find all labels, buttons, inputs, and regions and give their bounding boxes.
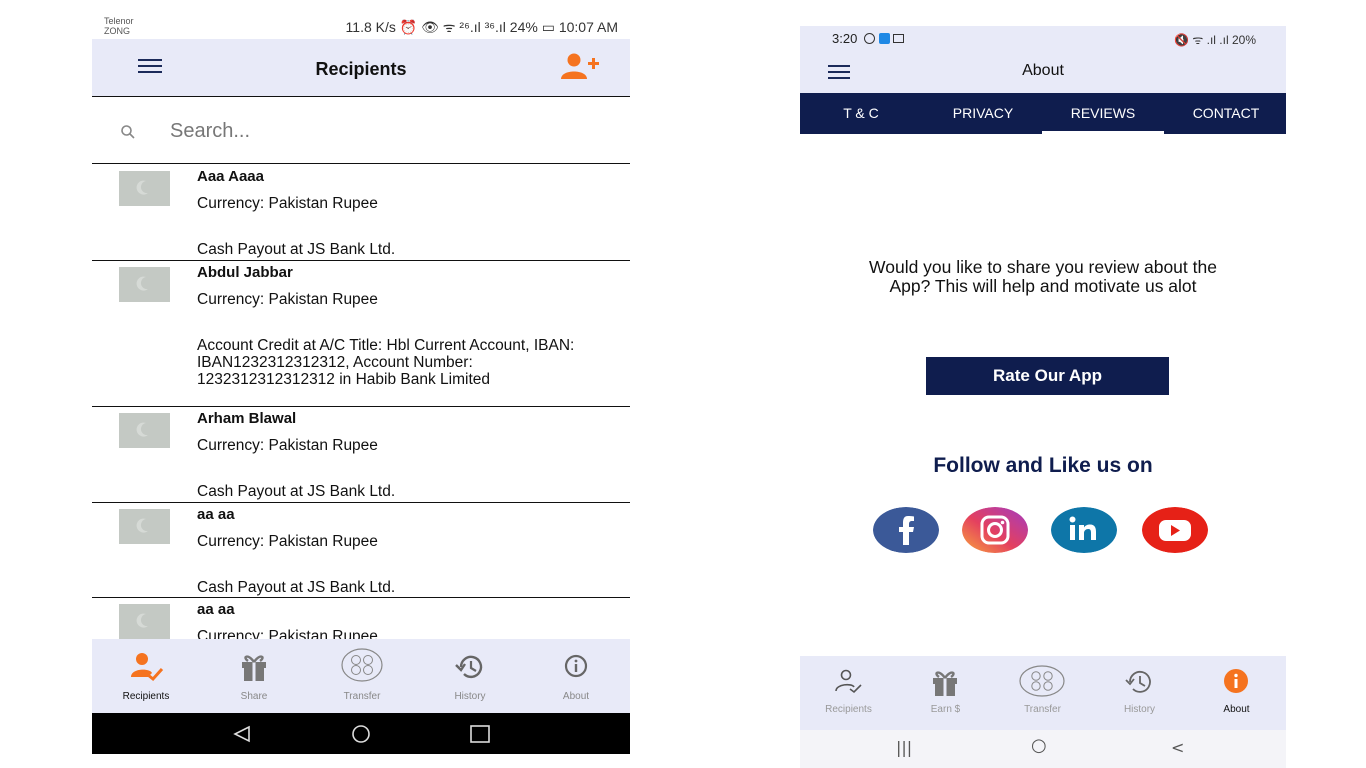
- recipient-name: Abdul Jabbar: [197, 264, 293, 281]
- nav-history[interactable]: History: [416, 639, 524, 713]
- tab-reviews[interactable]: REVIEWS: [1042, 93, 1164, 134]
- nav-recipients[interactable]: Recipients: [92, 639, 200, 713]
- nav-label: Transfer: [343, 691, 381, 702]
- nav-label: Recipients: [122, 691, 170, 702]
- facebook-icon[interactable]: [873, 507, 939, 553]
- system-nav-bar: ||| ○ <: [800, 730, 1286, 768]
- history-icon: [1125, 670, 1151, 693]
- carrier-label: Telenor ZONG: [104, 16, 134, 36]
- nav-transfer[interactable]: Transfer: [994, 656, 1091, 730]
- recipient-currency: Currency: Pakistan Rupee: [197, 437, 378, 454]
- nav-about[interactable]: About: [522, 639, 630, 713]
- app-bar: Recipients: [92, 39, 630, 97]
- pakistan-flag-icon: [119, 604, 170, 639]
- pakistan-flag-icon: [119, 171, 170, 206]
- recipients-icon: [131, 653, 164, 682]
- recipient-name: aa aa: [197, 601, 235, 618]
- recipient-payout: Cash Payout at JS Bank Ltd.: [197, 241, 396, 258]
- recipient-item[interactable]: aa aa Currency: Pakistan Rupee Cash Payo…: [92, 503, 630, 598]
- recipient-payout: Account Credit at A/C Title: Hbl Current…: [197, 337, 575, 388]
- gallery-icon: [893, 34, 905, 43]
- review-message: Would you like to share you review about…: [869, 257, 1217, 296]
- carrier-1: Telenor: [104, 16, 134, 26]
- tab-terms[interactable]: T & C: [810, 93, 912, 134]
- follow-heading: Follow and Like us on: [933, 454, 1153, 477]
- recipient-item[interactable]: Arham Blawal Currency: Pakistan Rupee Ca…: [92, 407, 630, 503]
- back-icon[interactable]: <: [1171, 738, 1184, 757]
- pakistan-flag-icon: [119, 509, 170, 544]
- tab-bar: T & C PRIVACY REVIEWS CONTACT: [800, 93, 1286, 134]
- bottom-nav: Recipients Share Transfer History About: [92, 639, 630, 713]
- nav-label: Share: [240, 691, 268, 702]
- search-bar: [92, 98, 630, 164]
- nav-share[interactable]: Share: [200, 639, 308, 713]
- recipient-item[interactable]: aa aa Currency: Pakistan Rupee: [92, 598, 630, 639]
- search-icon: [121, 125, 135, 139]
- page-title: About: [1022, 62, 1064, 79]
- nav-transfer[interactable]: Transfer: [308, 639, 416, 713]
- about-screen: 3:20 🔇 ᯤ .ıl .ıl 20% About T & C PRIVACY…: [800, 26, 1286, 768]
- home-icon[interactable]: [349, 725, 373, 743]
- recipient-name: aa aa: [197, 506, 235, 523]
- gift-icon: [242, 655, 266, 681]
- nav-label: Earn $: [930, 704, 961, 715]
- status-indicators: 🔇 ᯤ .ıl .ıl 20%: [1174, 33, 1256, 47]
- history-icon: [455, 655, 483, 679]
- youtube-icon[interactable]: [1142, 507, 1208, 553]
- recipient-currency: Currency: Pakistan Rupee: [197, 628, 378, 639]
- currency-exchange-icon: [341, 648, 383, 682]
- recipient-payout: Cash Payout at JS Bank Ltd.: [197, 483, 396, 500]
- recipient-name: Arham Blawal: [197, 410, 297, 427]
- whatsapp-icon: [863, 33, 875, 44]
- recents-icon[interactable]: [470, 725, 490, 743]
- recipient-item[interactable]: Abdul Jabbar Currency: Pakistan Rupee Ac…: [92, 261, 630, 407]
- linkedin-icon[interactable]: [1051, 507, 1117, 553]
- gift-icon: [933, 671, 957, 696]
- system-nav-bar: [92, 713, 630, 754]
- nav-about[interactable]: About: [1188, 656, 1285, 730]
- recipient-payout: Cash Payout at JS Bank Ltd.: [197, 579, 396, 596]
- recipient-list: Aaa Aaaa Currency: Pakistan Rupee Cash P…: [92, 165, 630, 639]
- recipient-name: Aaa Aaaa: [197, 168, 264, 185]
- home-icon[interactable]: ○: [1031, 735, 1047, 756]
- add-user-icon[interactable]: [560, 52, 600, 82]
- tab-privacy[interactable]: PRIVACY: [930, 93, 1036, 134]
- status-time: 3:20: [832, 31, 905, 46]
- recipients-screen: Telenor ZONG 11.8 K/s ⏰ 👁 ᯤ ²⁶.ıl ³⁶.ıl …: [92, 12, 630, 754]
- pakistan-flag-icon: [119, 413, 170, 448]
- info-icon: [1224, 669, 1248, 693]
- status-bar: 3:20 🔇 ᯤ .ıl .ıl 20%: [800, 26, 1286, 47]
- recipient-currency: Currency: Pakistan Rupee: [197, 533, 378, 550]
- nav-recipients[interactable]: Recipients: [800, 656, 897, 730]
- nav-label: History: [1123, 704, 1156, 715]
- app-icon: [878, 33, 890, 44]
- status-bar: Telenor ZONG 11.8 K/s ⏰ 👁 ᯤ ²⁶.ıl ³⁶.ıl …: [92, 12, 630, 39]
- bottom-nav: Recipients Earn $ Transfer History About: [800, 656, 1286, 730]
- nav-label: Recipients: [825, 704, 872, 715]
- app-bar: About: [800, 47, 1286, 93]
- status-indicators: 11.8 K/s ⏰ 👁 ᯤ ²⁶.ıl ³⁶.ıl 24% ▭ 10:07 A…: [345, 19, 618, 35]
- nav-label: About: [1223, 704, 1250, 715]
- screenshot-canvas: Telenor ZONG 11.8 K/s ⏰ 👁 ᯤ ²⁶.ıl ³⁶.ıl …: [0, 0, 1366, 768]
- back-icon[interactable]: [232, 725, 252, 743]
- recipient-currency: Currency: Pakistan Rupee: [197, 291, 378, 308]
- instagram-icon[interactable]: [962, 507, 1028, 553]
- nav-label: History: [454, 691, 486, 702]
- rate-app-button[interactable]: Rate Our App: [926, 357, 1169, 395]
- recipient-item[interactable]: Aaa Aaaa Currency: Pakistan Rupee Cash P…: [92, 165, 630, 261]
- recipient-currency: Currency: Pakistan Rupee: [197, 195, 378, 212]
- currency-exchange-icon: [1019, 665, 1065, 697]
- tab-contact[interactable]: CONTACT: [1174, 93, 1278, 134]
- info-icon: [564, 654, 588, 678]
- nav-label: About: [562, 691, 590, 702]
- pakistan-flag-icon: [119, 267, 170, 302]
- recipients-icon: [835, 669, 862, 694]
- search-input[interactable]: [170, 116, 590, 146]
- recents-icon[interactable]: |||: [896, 738, 912, 757]
- nav-history[interactable]: History: [1091, 656, 1188, 730]
- carrier-2: ZONG: [104, 26, 130, 36]
- nav-label: Transfer: [1024, 704, 1061, 715]
- page-title: Recipients: [315, 59, 407, 79]
- nav-earn[interactable]: Earn $: [897, 656, 994, 730]
